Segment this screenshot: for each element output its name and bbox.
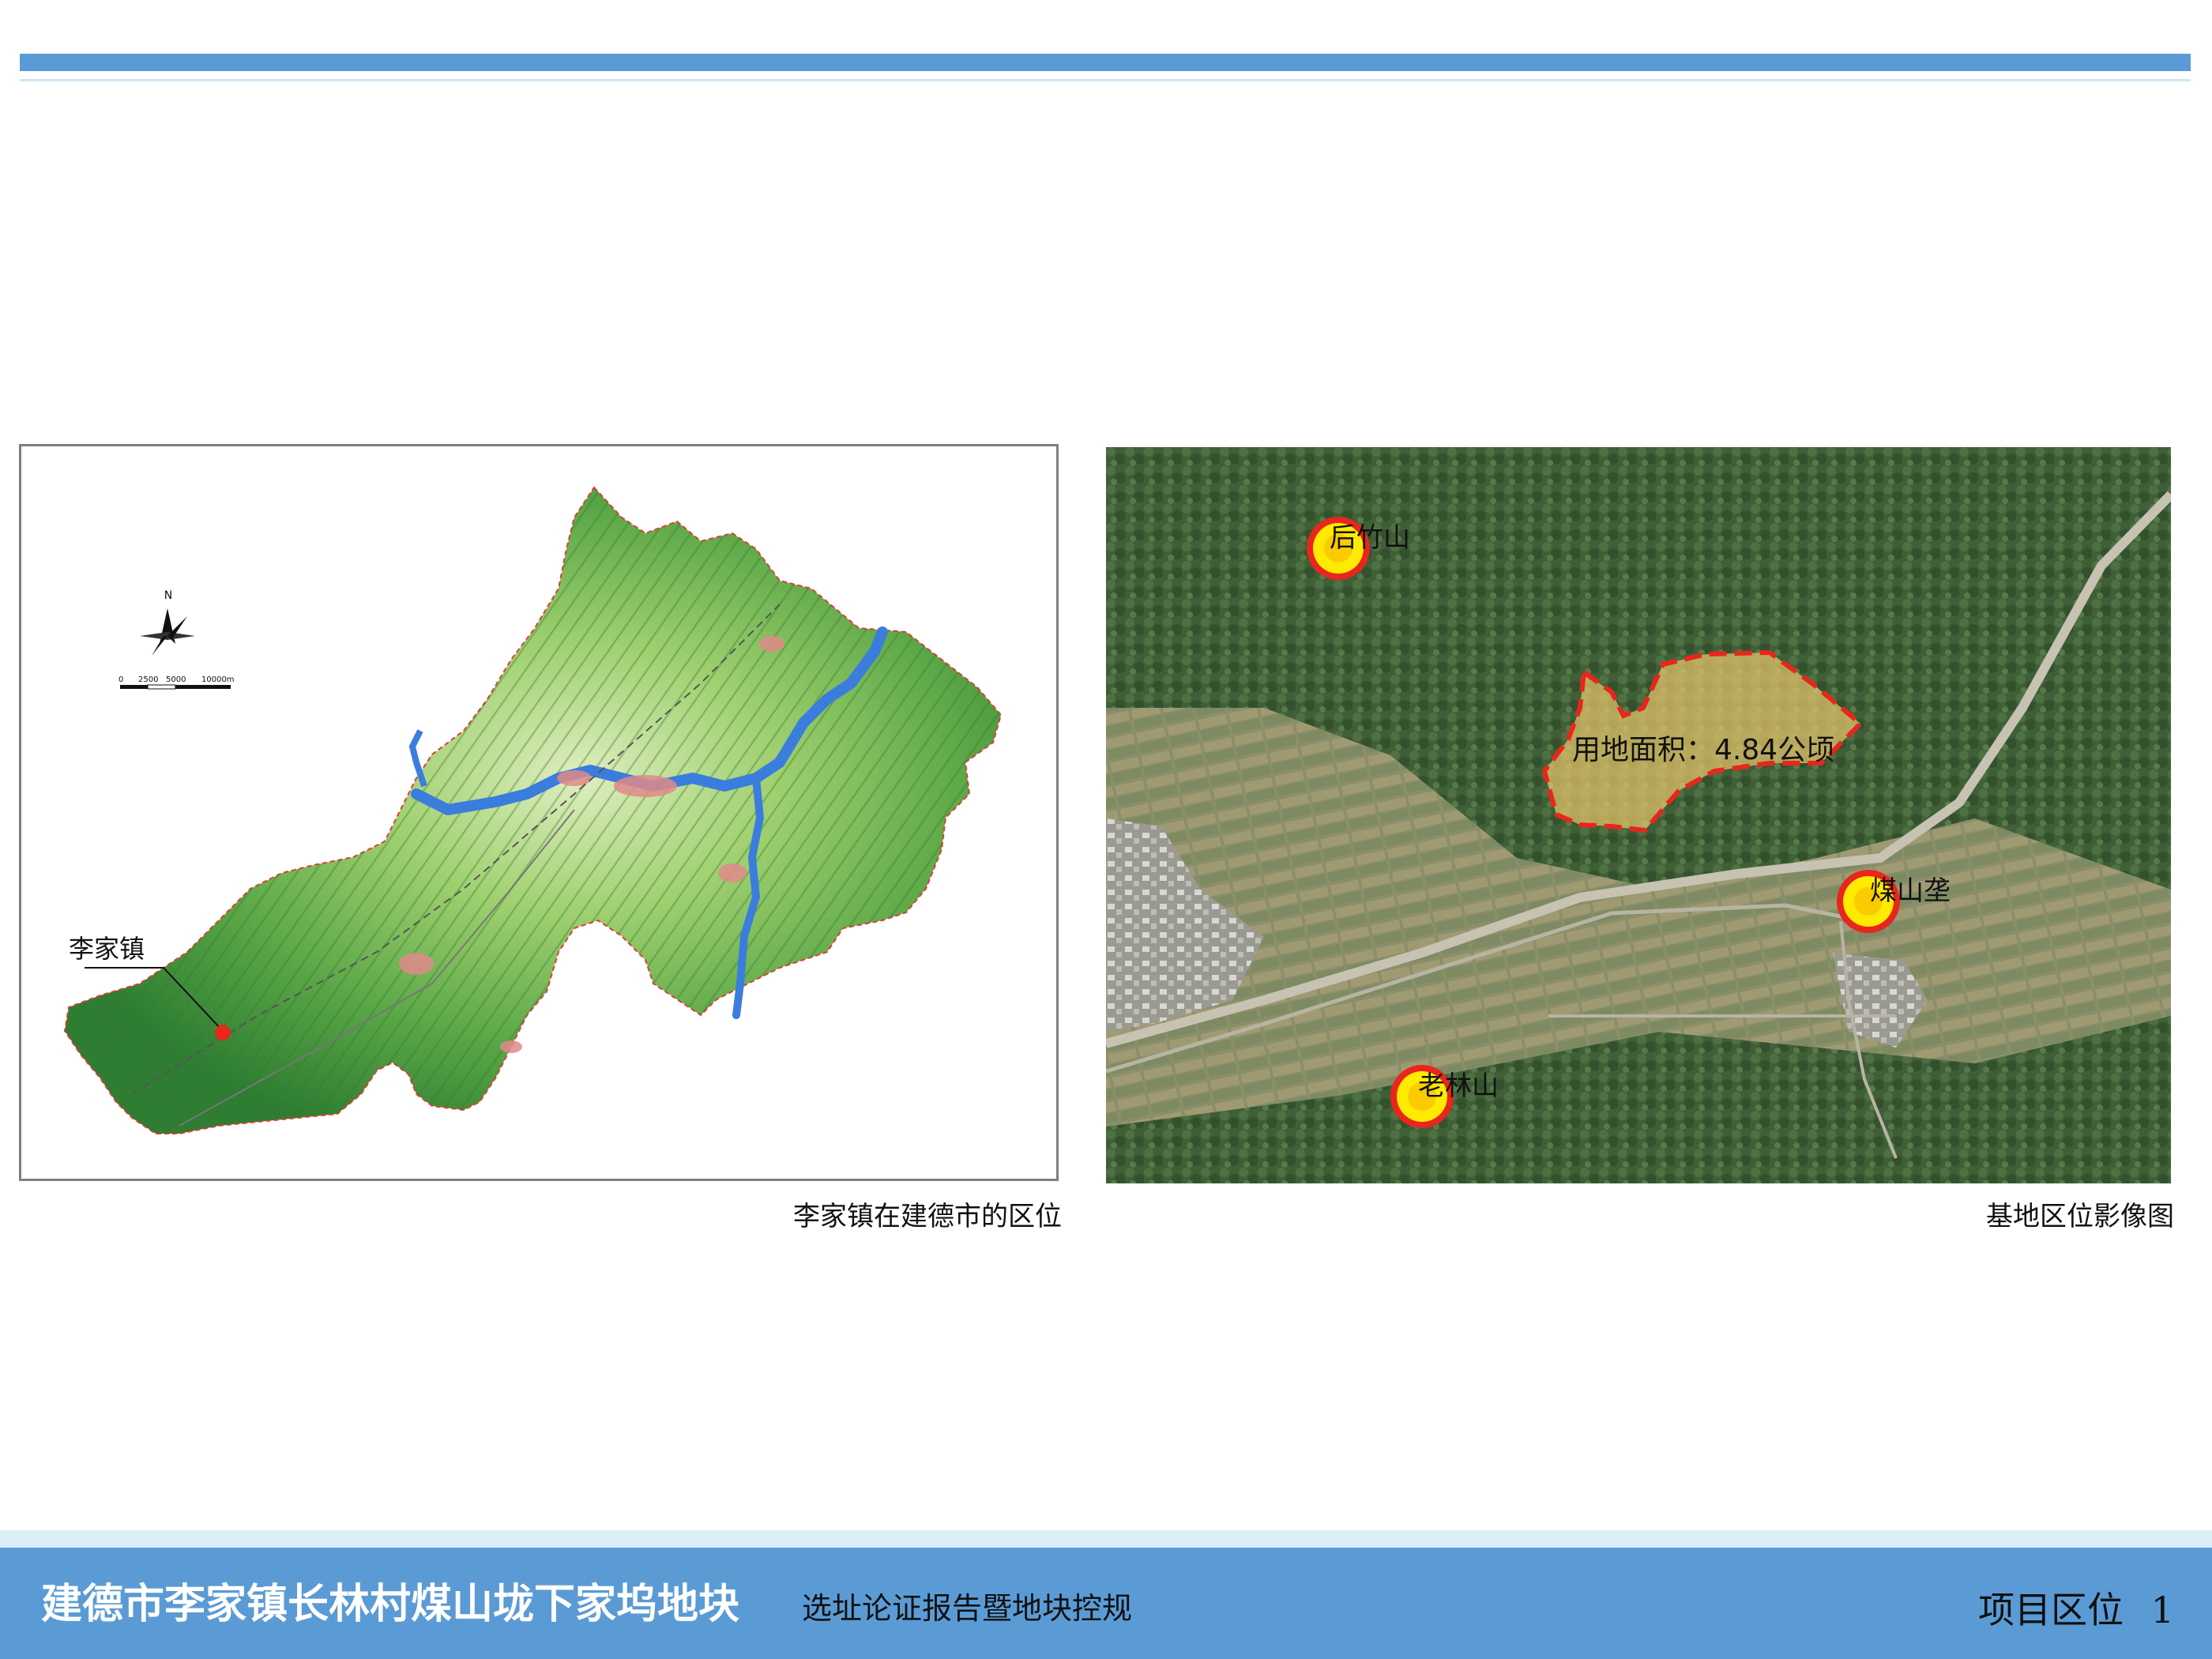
scale-bar: [120, 684, 231, 690]
terrain-texture: [65, 487, 1001, 1134]
header-bar: [20, 54, 2191, 71]
site-satellite-image: 用地面积：4.84公顷 后竹山 煤山垄 老林山: [1106, 447, 2171, 1183]
scale-tick: 2500: [138, 675, 158, 684]
place-label-houzhushan: 后竹山: [1330, 522, 1410, 554]
page-number: 1: [2150, 1589, 2174, 1631]
project-title: 建德市李家镇长林村煤山垅下家坞地块: [41, 1580, 740, 1628]
city-location-map: N 0 2500 5000 10000m 李家镇: [19, 444, 1059, 1181]
north-arrow-icon: [140, 608, 195, 656]
place-label-laolinshan: 老林山: [1418, 1070, 1499, 1102]
site-area-label: 用地面积：4.84公顷: [1572, 734, 1834, 766]
place-label-meishanlong: 煤山垄: [1870, 875, 1951, 907]
scale-tick: 10000m: [201, 675, 235, 684]
section-indicator: 项目区位 1: [1978, 1582, 2174, 1634]
right-map-caption: 基地区位影像图: [1986, 1201, 2174, 1232]
terrain-map: N 0 2500 5000 10000m 李家镇: [63, 486, 1003, 1134]
header-rule: [20, 79, 2191, 81]
scale-tick: 5000: [166, 675, 186, 684]
north-label: N: [164, 589, 172, 602]
scale-tick: 0: [118, 675, 123, 684]
section-name: 项目区位: [1978, 1589, 2124, 1631]
town-label: 李家镇: [69, 934, 145, 964]
satellite-map: 用地面积：4.84公顷 后竹山 煤山垄 老林山: [1106, 447, 2171, 1183]
left-map-caption: 李家镇在建德市的区位: [793, 1201, 1062, 1232]
river-branch: [408, 729, 427, 788]
footer-rule: [0, 1530, 2212, 1548]
town-marker: [215, 1025, 231, 1040]
project-subtitle: 选址论证报告暨地块控规: [802, 1591, 1133, 1626]
